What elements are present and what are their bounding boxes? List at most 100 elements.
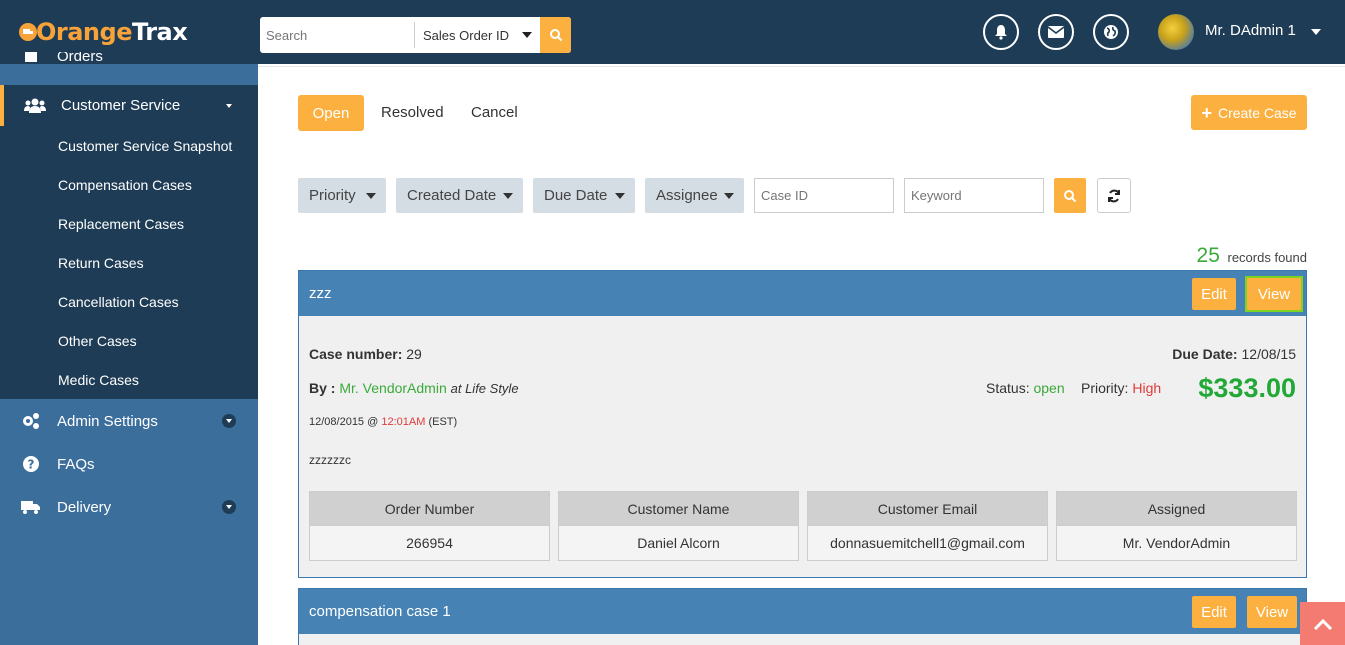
customer-email-value: donnasuemitchell1@gmail.com xyxy=(807,526,1048,561)
case-number: Case number: 29 xyxy=(309,346,422,362)
user-avatar[interactable] xyxy=(1158,14,1194,50)
tab-open[interactable]: Open xyxy=(298,95,364,131)
filter-label: Priority xyxy=(309,187,356,204)
sidebar-item-orders[interactable]: Orders xyxy=(0,52,258,76)
sidebar: Orders Customer Service Customer Service… xyxy=(0,52,258,645)
column-header: Customer Name xyxy=(558,491,799,526)
search-icon xyxy=(549,29,562,42)
tab-resolved[interactable]: Resolved xyxy=(381,104,444,121)
view-button[interactable]: View xyxy=(1245,276,1303,312)
search-type-select[interactable]: Sales Order ID xyxy=(415,17,540,53)
logo-text-orange: Orange xyxy=(36,18,132,46)
notifications-button[interactable] xyxy=(983,14,1019,50)
column-header: Customer Email xyxy=(807,491,1048,526)
caret-down-icon xyxy=(522,32,532,38)
customer-service-submenu: Customer Service Snapshot Compensation C… xyxy=(0,126,258,399)
by-label: By : xyxy=(309,380,336,396)
user-name[interactable]: Mr. DAdmin 1 xyxy=(1205,22,1296,39)
filter-search-button[interactable] xyxy=(1054,178,1086,213)
filter-label: Due Date xyxy=(544,187,608,204)
search-input[interactable] xyxy=(260,22,415,48)
sidebar-item-faqs[interactable]: ? FAQs xyxy=(0,444,258,484)
case-card: zzz Edit View Case number: 29 Due Date: … xyxy=(298,270,1307,578)
users-icon xyxy=(24,96,46,116)
truck-icon xyxy=(20,497,42,517)
due-date: Due Date: 12/08/15 xyxy=(1172,346,1296,362)
case-header: zzz Edit View xyxy=(299,271,1306,316)
column-header: Assigned xyxy=(1056,491,1297,526)
submenu-item-compensation[interactable]: Compensation Cases xyxy=(58,177,192,193)
truck-logo-icon xyxy=(19,23,37,41)
sidebar-item-admin-settings[interactable]: Admin Settings xyxy=(0,401,258,441)
order-number-value: 266954 xyxy=(309,526,550,561)
creator-store: at Life Style xyxy=(450,381,519,396)
assigned-column: Assigned Mr. VendorAdmin xyxy=(1056,491,1297,561)
priority-filter[interactable]: Priority xyxy=(298,178,386,213)
logo-text-white: Trax xyxy=(131,18,188,46)
case-title: compensation case 1 xyxy=(309,603,451,620)
search-type-value: Sales Order ID xyxy=(423,27,509,43)
case-description: zzzzzzc xyxy=(309,453,351,467)
caret-down-icon xyxy=(366,193,376,199)
submenu-item-return[interactable]: Return Cases xyxy=(58,255,144,271)
create-case-button[interactable]: + Create Case xyxy=(1191,95,1307,130)
created-by: By : Mr. VendorAdmin at Life Style xyxy=(309,380,519,396)
column-header: Order Number xyxy=(309,491,550,526)
due-date-value: 12/08/15 xyxy=(1241,346,1297,362)
plus-icon: + xyxy=(1201,102,1212,123)
case-date: 12/08/2015 @ xyxy=(309,416,379,428)
chevron-down-icon xyxy=(222,500,236,514)
caret-down-icon xyxy=(615,193,625,199)
gears-icon xyxy=(20,411,42,431)
messages-button[interactable] xyxy=(1038,14,1074,50)
search-icon xyxy=(1064,189,1077,202)
case-body: Case number: 29 Due Date: 12/08/15 By : … xyxy=(299,316,1306,577)
envelope-icon xyxy=(1048,26,1064,38)
question-circle-icon: ? xyxy=(20,454,42,474)
case-amount: $333.00 xyxy=(1198,373,1296,403)
chevron-up-icon xyxy=(1313,618,1332,630)
sidebar-item-label: Admin Settings xyxy=(57,412,158,430)
sidebar-item-delivery[interactable]: Delivery xyxy=(0,487,258,527)
order-number-column: Order Number 266954 xyxy=(309,491,550,561)
records-found: 25 records found xyxy=(1197,244,1307,268)
tab-cancel[interactable]: Cancel xyxy=(471,104,518,121)
search-button[interactable] xyxy=(540,17,571,53)
global-search: Sales Order ID xyxy=(260,17,571,53)
orangetrax-logo[interactable]: Orange Trax xyxy=(18,17,188,47)
case-header: compensation case 1 Edit View xyxy=(299,589,1306,634)
status-label: Status: xyxy=(986,380,1030,396)
view-button[interactable]: View xyxy=(1247,596,1297,628)
sidebar-item-label: FAQs xyxy=(57,455,95,473)
globe-button[interactable] xyxy=(1093,14,1129,50)
priority-value: High xyxy=(1132,380,1162,396)
refresh-button[interactable] xyxy=(1097,178,1131,213)
submenu-item-medic[interactable]: Medic Cases xyxy=(58,372,139,388)
due-date-label: Due Date: xyxy=(1172,346,1238,362)
priority-label: Priority: xyxy=(1081,380,1129,396)
create-case-label: Create Case xyxy=(1217,104,1297,121)
submenu-item-cancellation[interactable]: Cancellation Cases xyxy=(58,294,179,310)
created-date-filter[interactable]: Created Date xyxy=(396,178,523,213)
case-id-input[interactable] xyxy=(754,178,894,213)
keyword-input[interactable] xyxy=(904,178,1044,213)
creator-link[interactable]: Mr. VendorAdmin xyxy=(339,380,446,396)
submenu-item-other[interactable]: Other Cases xyxy=(58,333,137,349)
records-label: records found xyxy=(1227,250,1308,265)
submenu-item-replacement[interactable]: Replacement Cases xyxy=(58,216,184,232)
scroll-to-top-button[interactable] xyxy=(1300,602,1345,645)
assignee-filter[interactable]: Assignee xyxy=(645,178,744,213)
edit-button[interactable]: Edit xyxy=(1192,596,1236,628)
case-time: 12:01AM xyxy=(381,416,426,428)
submenu-item-snapshot[interactable]: Customer Service Snapshot xyxy=(58,138,232,154)
bell-icon xyxy=(995,25,1007,40)
customer-name-value: Daniel Alcorn xyxy=(558,526,799,561)
customer-email-column: Customer Email donnasuemitchell1@gmail.c… xyxy=(807,491,1048,561)
edit-button[interactable]: Edit xyxy=(1192,278,1236,310)
user-menu-caret-icon[interactable] xyxy=(1311,29,1321,35)
caret-down-icon xyxy=(724,193,734,199)
customer-name-column: Customer Name Daniel Alcorn xyxy=(558,491,799,561)
sidebar-item-customer-service[interactable]: Customer Service xyxy=(0,85,258,126)
case-card: compensation case 1 Edit View xyxy=(298,588,1307,645)
due-date-filter[interactable]: Due Date xyxy=(533,178,635,213)
